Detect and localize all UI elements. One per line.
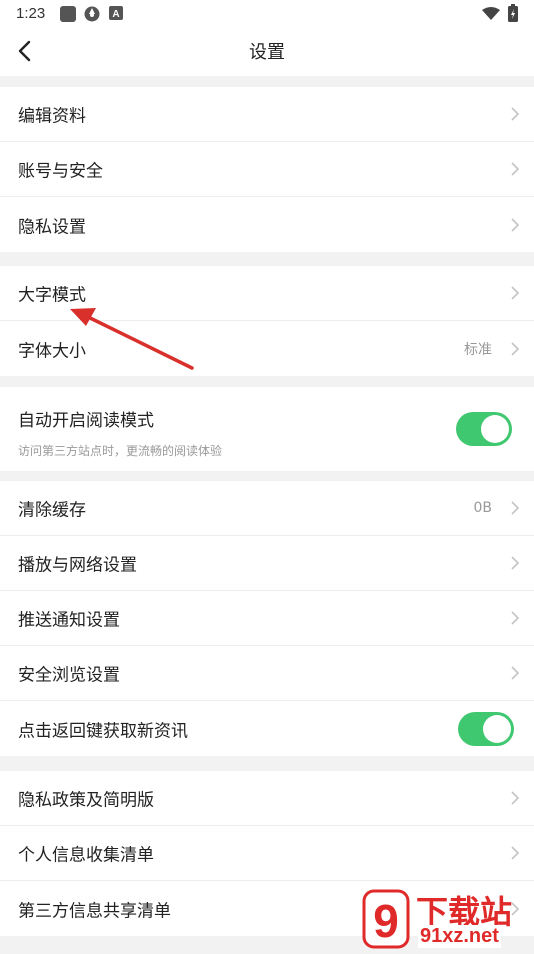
chevron-right-icon bbox=[511, 791, 520, 805]
clear-cache-row[interactable]: 清除缓存 0B bbox=[0, 481, 534, 536]
font-size-row[interactable]: 字体大小 标准 bbox=[0, 321, 534, 376]
row-label: 个人信息收集清单 bbox=[18, 845, 154, 866]
toggle-knob bbox=[481, 415, 509, 443]
chevron-right-icon bbox=[511, 611, 520, 625]
status-bar: 1:23 A bbox=[0, 0, 534, 28]
playback-network-row[interactable]: 播放与网络设置 bbox=[0, 536, 534, 591]
row-label: 字体大小 bbox=[18, 341, 86, 361]
chevron-right-icon bbox=[511, 556, 520, 570]
auto-reading-mode-toggle[interactable] bbox=[456, 412, 512, 446]
safe-browsing-row[interactable]: 安全浏览设置 bbox=[0, 646, 534, 701]
watermark: 9 下载站 91xz.net bbox=[360, 885, 534, 950]
edit-profile-row[interactable]: 编辑资料 bbox=[0, 87, 534, 142]
row-label: 清除缓存 bbox=[18, 500, 86, 521]
app-notification-icon bbox=[60, 6, 76, 22]
chevron-right-icon bbox=[511, 846, 520, 860]
back-key-refresh-toggle[interactable] bbox=[458, 711, 514, 746]
chevron-right-icon bbox=[511, 162, 520, 176]
cache-size-value: 0B bbox=[473, 500, 492, 516]
battery-icon bbox=[508, 4, 518, 22]
toggle-knob bbox=[483, 714, 511, 743]
settings-group-general: 清除缓存 0B 播放与网络设置 推送通知设置 安全浏览设置 点击返回键获取新资讯 bbox=[0, 481, 534, 756]
row-label: 隐私政策及简明版 bbox=[18, 790, 154, 811]
chevron-right-icon bbox=[511, 217, 520, 232]
row-label: 编辑资料 bbox=[18, 106, 86, 127]
watermark-domain: 91xz.net bbox=[418, 925, 501, 948]
row-label: 大字模式 bbox=[18, 285, 86, 306]
chevron-right-icon bbox=[511, 666, 520, 680]
settings-group-profile: 编辑资料 账号与安全 隐私设置 bbox=[0, 87, 534, 252]
app-bar: 设置 bbox=[0, 28, 534, 76]
personal-info-list-row[interactable]: 个人信息收集清单 bbox=[0, 826, 534, 881]
svg-text:9: 9 bbox=[373, 895, 399, 947]
back-key-refresh-row: 点击返回键获取新资讯 bbox=[0, 701, 534, 756]
privacy-policy-row[interactable]: 隐私政策及简明版 bbox=[0, 771, 534, 826]
row-label: 第三方信息共享清单 bbox=[18, 901, 171, 921]
row-description: 访问第三方站点时，更流畅的阅读体验 bbox=[18, 444, 223, 458]
row-label: 播放与网络设置 bbox=[18, 555, 137, 576]
chevron-right-icon bbox=[511, 107, 520, 121]
settings-group-font: 大字模式 字体大小 标准 bbox=[0, 266, 534, 376]
chevron-right-icon bbox=[511, 501, 520, 515]
status-time: 1:23 bbox=[16, 5, 46, 22]
text-a-icon: A bbox=[109, 6, 123, 20]
font-size-value: 标准 bbox=[464, 341, 492, 358]
auto-reading-mode-row: 自动开启阅读模式 访问第三方站点时，更流畅的阅读体验 bbox=[0, 387, 534, 471]
svg-text:A: A bbox=[112, 9, 119, 20]
row-label: 安全浏览设置 bbox=[18, 665, 120, 686]
wifi-icon bbox=[482, 7, 500, 20]
row-label: 推送通知设置 bbox=[18, 610, 120, 631]
privacy-settings-row[interactable]: 隐私设置 bbox=[0, 197, 534, 252]
push-notification-row[interactable]: 推送通知设置 bbox=[0, 591, 534, 646]
row-label: 隐私设置 bbox=[18, 217, 86, 237]
aperture-icon bbox=[84, 6, 100, 22]
settings-group-reading: 自动开启阅读模式 访问第三方站点时，更流畅的阅读体验 bbox=[0, 387, 534, 471]
row-label: 账号与安全 bbox=[18, 161, 103, 182]
row-label: 点击返回键获取新资讯 bbox=[18, 721, 188, 741]
chevron-right-icon bbox=[511, 341, 520, 356]
row-label: 自动开启阅读模式 bbox=[18, 411, 154, 431]
chevron-right-icon bbox=[511, 286, 520, 300]
page-title: 设置 bbox=[249, 42, 285, 63]
account-security-row[interactable]: 账号与安全 bbox=[0, 142, 534, 197]
large-text-mode-row[interactable]: 大字模式 bbox=[0, 266, 534, 321]
